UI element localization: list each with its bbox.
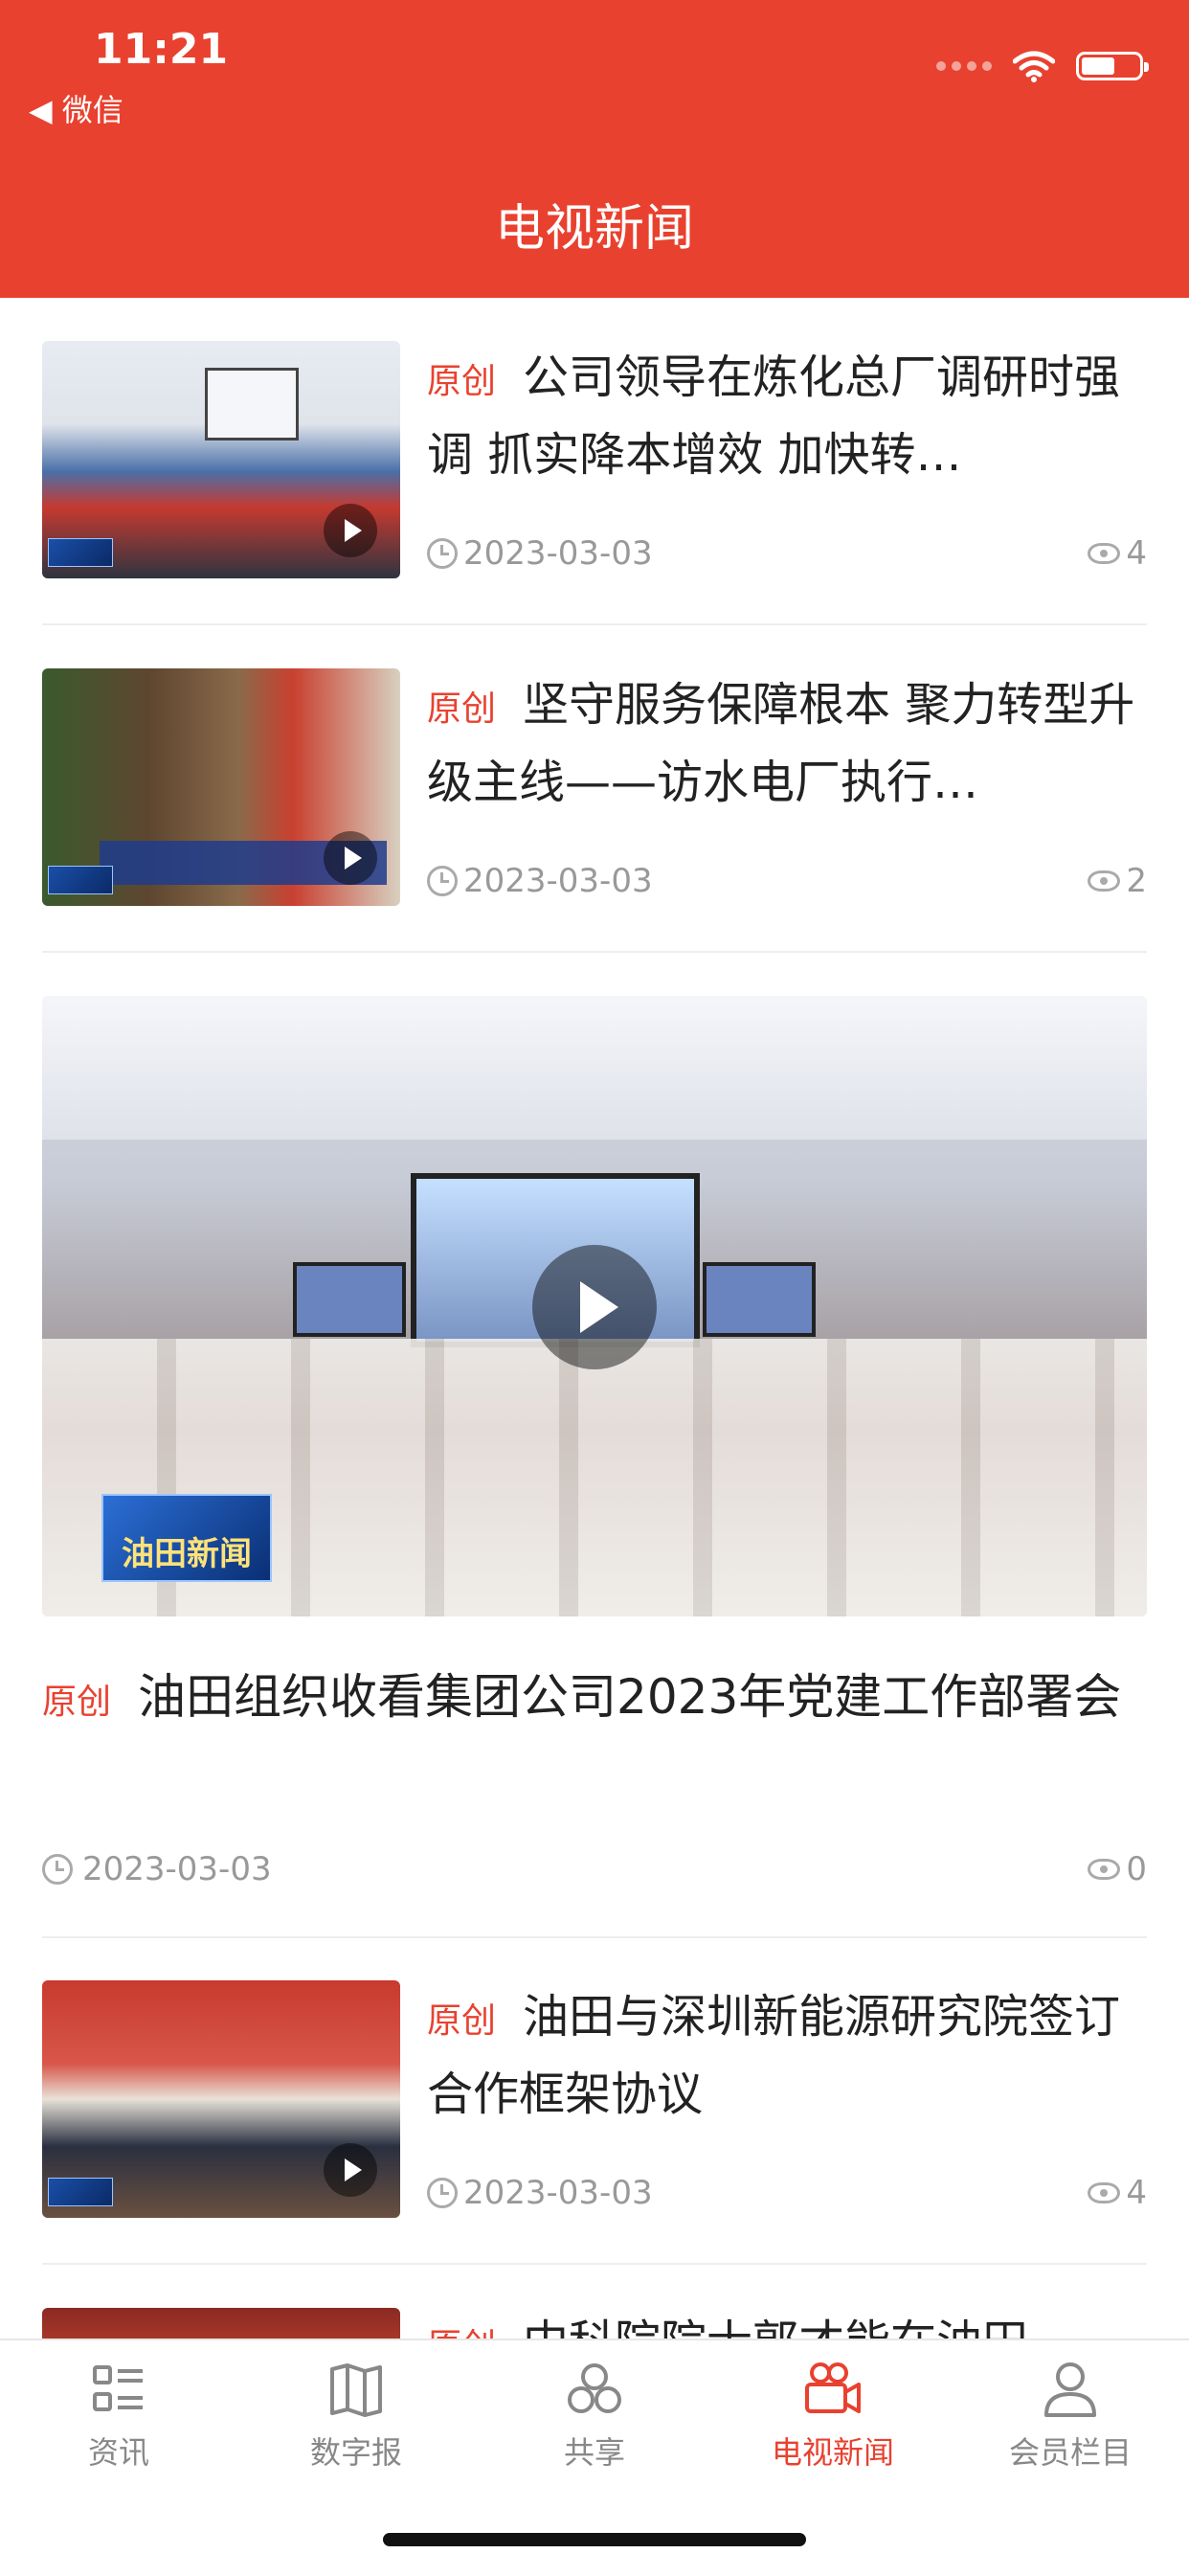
tab-label: 数字报 <box>309 2434 402 2471</box>
original-tag: 原创 <box>427 689 497 729</box>
news-list-item[interactable]: 原创 公司领导在炼化总厂调研时强调 抓实降本增效 加快转… 2023-03-03 … <box>42 341 1147 578</box>
original-tag: 原创 <box>427 362 497 401</box>
article-title[interactable]: 原创 油田组织收看集团公司2023年党建工作部署会 <box>42 1661 1147 1739</box>
article-date: 2023-03-03 <box>463 862 653 900</box>
article-title-text: 公司领导在炼化总厂调研时强调 抓实降本增效 加快转… <box>427 350 1121 482</box>
app-header: 11:21 ◀ 微信 电视新闻 <box>0 0 1189 298</box>
article-date: 2023-03-03 <box>82 1850 272 1888</box>
channel-logo <box>48 538 113 567</box>
home-indicator[interactable] <box>383 2533 806 2546</box>
signal-icon <box>936 61 992 71</box>
original-tag: 原创 <box>427 2001 497 2041</box>
back-to-wechat-link[interactable]: ◀ 微信 <box>29 86 123 130</box>
screen-graphic <box>205 368 299 441</box>
article-thumbnail[interactable] <box>42 341 400 578</box>
page-title: 电视新闻 <box>494 200 694 258</box>
clock-icon <box>427 866 458 896</box>
article-thumbnail[interactable] <box>42 2308 400 2339</box>
article-meta: 2023-03-03 0 <box>42 1850 1147 1888</box>
clock-icon <box>427 538 458 569</box>
view-count: 0 <box>1126 1850 1147 1888</box>
side-screen-left <box>293 1262 406 1337</box>
side-screen-right <box>703 1262 816 1337</box>
divider <box>42 951 1147 953</box>
news-list-item[interactable]: 原创 中科院院士郭才能在油田… <box>42 2308 1147 2339</box>
tab-digital-paper[interactable]: 数字报 <box>260 2360 452 2473</box>
divider <box>42 2263 1147 2265</box>
ceiling <box>42 996 1147 1140</box>
clock-icon <box>427 2178 458 2208</box>
original-tag: 原创 <box>427 2327 496 2339</box>
article-thumbnail[interactable] <box>42 1980 400 2218</box>
article-date: 2023-03-03 <box>463 2174 653 2212</box>
article-title-text: 中科院院士郭才能在油田… <box>523 2316 1074 2339</box>
featured-video-thumbnail[interactable]: 油田新闻 <box>42 996 1147 1616</box>
tab-tv-news[interactable]: 电视新闻 <box>737 2360 929 2473</box>
tab-label: 资讯 <box>87 2434 149 2471</box>
article-title-text: 油田与深圳新能源研究院签订合作框架协议 <box>427 1990 1121 2121</box>
article-date: 2023-03-03 <box>463 534 653 573</box>
article-meta: 2023-03-03 2 <box>427 862 1147 900</box>
play-icon[interactable] <box>532 1245 657 1369</box>
news-list-item[interactable]: 原创 油田与深圳新能源研究院签订合作框架协议 2023-03-03 4 <box>42 1980 1147 2218</box>
clock-icon <box>42 1854 73 1885</box>
channel-logo <box>48 866 113 894</box>
list-icon <box>93 2365 143 2411</box>
divider <box>42 623 1147 625</box>
article-title-text: 坚守服务保障根本 聚力转型升级主线——访水电厂执行… <box>427 678 1135 809</box>
status-icons <box>936 50 1149 82</box>
channel-logo <box>48 2178 113 2206</box>
article-meta: 2023-03-03 4 <box>427 534 1147 573</box>
play-icon[interactable] <box>324 504 377 557</box>
eye-icon <box>1088 2182 1121 2203</box>
article-title[interactable]: 原创 中科院院士郭才能在油田… <box>427 2308 1074 2339</box>
share-icon <box>568 2363 621 2413</box>
original-tag: 原创 <box>42 1683 112 1722</box>
divider <box>42 1936 1147 1938</box>
play-icon[interactable] <box>324 2143 377 2197</box>
video-camera-icon <box>805 2362 861 2413</box>
article-meta: 2023-03-03 4 <box>427 2174 1147 2212</box>
eye-icon <box>1088 870 1121 892</box>
tab-share[interactable]: 共享 <box>499 2360 690 2473</box>
view-count: 4 <box>1126 2174 1147 2212</box>
tab-label: 电视新闻 <box>771 2434 894 2471</box>
status-time: 11:21 <box>94 25 229 74</box>
tab-label: 会员栏目 <box>1008 2434 1132 2471</box>
battery-icon <box>1076 52 1149 80</box>
article-title[interactable]: 原创 公司领导在炼化总厂调研时强调 抓实降本增效 加快转… <box>427 341 1147 491</box>
oilfield-news-logo: 油田新闻 <box>101 1494 272 1582</box>
wifi-icon <box>1013 51 1055 82</box>
tab-news[interactable]: 资讯 <box>23 2360 214 2473</box>
eye-icon <box>1088 543 1121 564</box>
article-thumbnail[interactable] <box>42 668 400 906</box>
news-list-item[interactable]: 原创 坚守服务保障根本 聚力转型升级主线——访水电厂执行… 2023-03-03 … <box>42 668 1147 906</box>
view-count: 4 <box>1126 534 1147 573</box>
eye-icon <box>1088 1859 1121 1880</box>
article-title-text: 油田组织收看集团公司2023年党建工作部署会 <box>138 1669 1122 1725</box>
play-icon[interactable] <box>324 831 377 885</box>
article-title[interactable]: 原创 坚守服务保障根本 聚力转型升级主线——访水电厂执行… <box>427 668 1147 819</box>
tab-member[interactable]: 会员栏目 <box>975 2360 1166 2473</box>
view-count: 2 <box>1126 862 1147 900</box>
article-title[interactable]: 原创 油田与深圳新能源研究院签订合作框架协议 <box>427 1980 1147 2131</box>
newspaper-icon <box>330 2363 382 2417</box>
tab-label: 共享 <box>563 2434 625 2471</box>
user-icon <box>1044 2362 1096 2417</box>
